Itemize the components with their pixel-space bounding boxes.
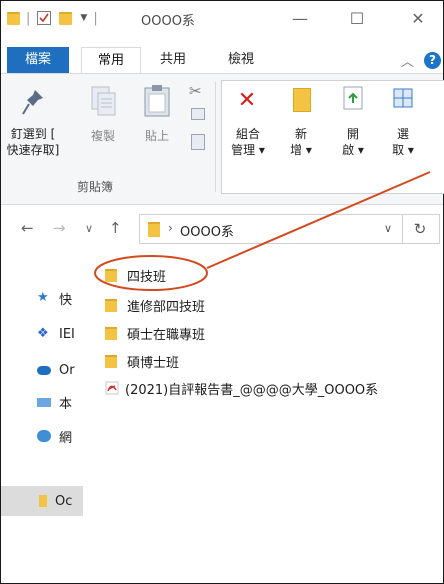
list-item[interactable]: 碩士在職專班 xyxy=(105,323,205,343)
pin-button[interactable]: 釘選到 [ 快速存取] xyxy=(3,84,63,164)
nav-item-onedrive[interactable]: Or xyxy=(1,355,83,385)
nav-item-label: Or xyxy=(59,362,75,378)
cut-icon[interactable]: ✂ xyxy=(189,82,202,100)
open-button[interactable]: 開 啟 ▾ xyxy=(333,84,373,164)
open-label-1: 開 xyxy=(346,127,359,141)
quick-access-toolbar: | ▼ | xyxy=(7,10,98,26)
file-name: 碩士在職專班 xyxy=(127,327,206,343)
back-arrow-icon[interactable]: ← xyxy=(21,219,34,237)
file-name: 碩博士班 xyxy=(127,355,180,371)
forward-arrow-icon[interactable]: → xyxy=(53,219,66,237)
refresh-icon: ↻ xyxy=(413,220,427,238)
divider: | xyxy=(26,10,31,26)
tab-file[interactable]: 檔案 xyxy=(7,47,69,73)
address-path: OOOO系 xyxy=(180,225,234,240)
nav-item-current-folder[interactable]: Oc xyxy=(1,486,83,516)
paste-label: 貼上 xyxy=(144,129,169,143)
folder-icon xyxy=(105,326,117,340)
onedrive-icon xyxy=(37,365,51,375)
file-name: 進修部四技班 xyxy=(127,299,206,315)
explorer-window: | ▼ | OOOO系 — ☐ ✕ 檔案 常用 共用 檢視 ︿ ? 釘選到 [ xyxy=(0,0,444,584)
navigation-pane: ★ 快 ❖ IEI Or 本 網 Oc xyxy=(1,253,83,583)
select-label-2: 取 ▾ xyxy=(392,143,414,157)
nav-item-label: Oc xyxy=(55,493,73,509)
properties-checkbox-icon[interactable] xyxy=(37,11,52,25)
select-label-1: 選 xyxy=(396,127,409,141)
recent-chevron-icon[interactable]: ∨ xyxy=(85,222,93,235)
tab-home[interactable]: 常用 xyxy=(81,47,141,75)
address-dropdown-icon[interactable]: ∨ xyxy=(384,222,392,235)
nav-item-dropbox[interactable]: ❖ IEI xyxy=(1,319,83,349)
ribbon: 釘選到 [ 快速存取] 複製 貼上 ✂ 剪貼簿 ✕ 組合 管理 ▾ 新 增 ▾ … xyxy=(1,73,444,205)
new-label-2: 增 ▾ xyxy=(290,143,312,157)
file-name: (2021)自評報告書_@@@@大學_OOOO系 xyxy=(125,382,379,398)
nav-item-label: IEI xyxy=(59,326,75,342)
folder-icon xyxy=(105,354,117,368)
pin-icon: ★ xyxy=(37,290,49,305)
folder-icon xyxy=(105,268,117,282)
file-name: 四技班 xyxy=(127,269,167,285)
title-bar: | ▼ | OOOO系 — ☐ ✕ xyxy=(1,1,443,35)
pin-label-1: 釘選到 [ xyxy=(10,127,56,141)
clipboard-group-label: 剪貼簿 xyxy=(77,180,114,194)
list-item[interactable]: 進修部四技班 xyxy=(105,295,205,315)
organize-label-2: 管理 ▾ xyxy=(231,143,265,157)
list-item[interactable]: 四技班 xyxy=(105,265,166,285)
divider xyxy=(215,82,216,192)
clipboard-icon xyxy=(144,85,170,117)
up-arrow-icon[interactable]: ↑ xyxy=(109,219,122,237)
new-folder-icon xyxy=(293,88,311,112)
nav-item-label: 網 xyxy=(59,430,73,446)
minimize-button[interactable]: — xyxy=(280,5,320,31)
copy-button[interactable]: 複製 xyxy=(85,84,121,154)
tab-share[interactable]: 共用 xyxy=(149,47,197,73)
pin-icon xyxy=(22,90,43,115)
refresh-button[interactable]: ↻ xyxy=(401,214,440,244)
window-title: OOOO系 xyxy=(141,14,195,29)
maximize-button[interactable]: ☐ xyxy=(337,5,377,31)
nav-item-label: 快 xyxy=(59,292,73,308)
nav-item-label: 本 xyxy=(59,396,73,412)
folder-icon xyxy=(39,495,47,507)
navigation-bar: ← → ∨ ↑ › OOOO系 ∨ ↻ xyxy=(1,211,443,247)
breadcrumb-chevron-icon: › xyxy=(168,221,173,235)
paste-shortcut-icon[interactable] xyxy=(191,134,205,150)
new-button[interactable]: 新 增 ▾ xyxy=(283,84,319,164)
folder-icon xyxy=(105,298,117,312)
customize-qa-chevron-icon[interactable]: ▼ xyxy=(80,13,87,23)
address-bar[interactable]: › OOOO系 ∨ xyxy=(139,214,403,244)
pdf-icon xyxy=(105,381,119,395)
folder-icon xyxy=(148,222,160,237)
network-icon xyxy=(37,430,51,442)
copy-label: 複製 xyxy=(90,129,115,143)
nav-item-quick-access[interactable]: ★ 快 xyxy=(1,283,83,313)
paste-button[interactable]: 貼上 xyxy=(137,84,177,154)
nav-item-network[interactable]: 網 xyxy=(1,421,83,451)
select-all-icon xyxy=(393,88,413,108)
tab-view[interactable]: 檢視 xyxy=(217,47,265,73)
ribbon-tabs: 檔案 常用 共用 檢視 ︿ ? xyxy=(1,47,443,75)
list-item[interactable]: (2021)自評報告書_@@@@大學_OOOO系 xyxy=(105,378,378,398)
folder-icon xyxy=(7,11,20,25)
organize-button[interactable]: ✕ 組合 管理 ▾ xyxy=(225,84,271,164)
dropbox-icon: ❖ xyxy=(37,326,49,341)
divider: | xyxy=(93,10,98,26)
new-folder-icon[interactable] xyxy=(59,11,73,25)
close-button[interactable]: ✕ xyxy=(398,5,438,31)
copy-icon xyxy=(91,86,116,116)
nav-item-this-pc[interactable]: 本 xyxy=(1,387,83,417)
collapse-ribbon-icon[interactable]: ︿ xyxy=(401,51,414,70)
list-item[interactable]: 碩博士班 xyxy=(105,351,179,371)
select-button[interactable]: 選 取 ▾ xyxy=(383,84,423,164)
new-label-1: 新 xyxy=(294,127,307,141)
open-label-2: 啟 ▾ xyxy=(342,143,364,157)
help-icon[interactable]: ? xyxy=(424,52,441,69)
open-icon xyxy=(343,86,363,110)
copy-path-icon[interactable] xyxy=(191,108,205,120)
pc-icon xyxy=(37,397,51,407)
organize-label-1: 組合 xyxy=(235,127,260,141)
delete-x-icon: ✕ xyxy=(237,87,257,113)
pin-label-2: 快速存取] xyxy=(6,143,60,157)
